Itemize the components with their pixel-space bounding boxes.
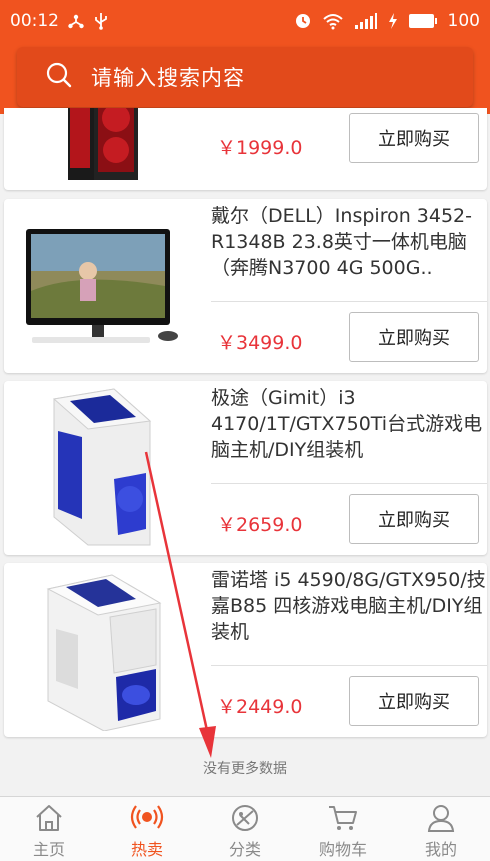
- product-title[interactable]: 极途（Gimit）i3 4170/1T/GTX750Ti台式游戏电脑主机/DIY…: [211, 385, 489, 463]
- tab-category[interactable]: 分类: [196, 797, 294, 861]
- product-card[interactable]: 极途（Gimit）i3 4170/1T/GTX750Ti台式游戏电脑主机/DIY…: [4, 381, 487, 555]
- usb-icon: [93, 12, 109, 30]
- card-divider: [211, 483, 487, 484]
- search-header: 请输入搜索内容: [0, 44, 490, 114]
- buy-now-button[interactable]: 立即购买: [349, 312, 479, 362]
- tab-label: 热卖: [130, 840, 163, 859]
- product-image: [18, 569, 188, 732]
- product-title[interactable]: 戴尔（DELL）Inspiron 3452-R1348B 23.8英寸一体机电脑…: [211, 203, 489, 281]
- tab-label: 分类: [228, 840, 261, 859]
- signal-icon: [354, 12, 378, 30]
- product-price: ￥2449.0: [217, 696, 303, 718]
- buy-now-button[interactable]: 立即购买: [349, 494, 479, 544]
- product-list[interactable]: ￥1999.0 立即购买 戴尔（DELL）Inspiron 3452-R1348…: [0, 108, 490, 758]
- bottom-tab-bar: 主页 热卖 分类 购物车 我的: [0, 796, 490, 861]
- tab-label: 我的: [424, 840, 457, 859]
- product-card[interactable]: ￥1999.0 立即购买: [4, 108, 487, 190]
- cart-icon: [327, 803, 359, 836]
- product-card[interactable]: 戴尔（DELL）Inspiron 3452-R1348B 23.8英寸一体机电脑…: [4, 199, 487, 373]
- card-divider: [211, 301, 487, 302]
- status-bar: 00:12 100: [0, 0, 490, 44]
- buy-now-button[interactable]: 立即购买: [349, 676, 479, 726]
- network-share-icon: [67, 12, 85, 30]
- card-divider: [211, 665, 487, 666]
- tab-mine[interactable]: 我的: [392, 797, 490, 861]
- product-price: ￥2659.0: [217, 514, 303, 536]
- search-icon: [45, 61, 73, 93]
- product-image: [18, 387, 188, 549]
- tab-cart[interactable]: 购物车: [294, 797, 392, 861]
- tab-home[interactable]: 主页: [0, 797, 98, 861]
- product-image: [18, 108, 188, 183]
- battery-level: 100: [447, 11, 480, 31]
- hot-broadcast-icon: [130, 803, 164, 836]
- tab-label: 主页: [32, 840, 65, 859]
- wifi-icon: [322, 12, 344, 30]
- charging-icon: [388, 12, 398, 30]
- product-title[interactable]: 雷诺塔 i5 4590/8G/GTX950/技嘉B85 四核游戏电脑主机/DIY…: [211, 567, 489, 645]
- status-time: 00:12: [10, 11, 59, 31]
- tab-label: 购物车: [318, 840, 367, 859]
- alarm-icon: [294, 12, 312, 30]
- battery-icon: [408, 13, 438, 29]
- category-icon: [229, 803, 261, 836]
- search-input[interactable]: 请输入搜索内容: [17, 47, 473, 107]
- product-image: [18, 211, 188, 361]
- no-more-data-text: 没有更多数据: [203, 761, 287, 777]
- home-icon: [33, 803, 65, 836]
- product-price: ￥1999.0: [217, 137, 303, 159]
- buy-now-button[interactable]: 立即购买: [349, 113, 479, 163]
- product-price: ￥3499.0: [217, 332, 303, 354]
- search-placeholder: 请输入搜索内容: [91, 66, 245, 90]
- product-card[interactable]: 雷诺塔 i5 4590/8G/GTX950/技嘉B85 四核游戏电脑主机/DIY…: [4, 563, 487, 737]
- user-icon: [425, 803, 457, 836]
- tab-hot[interactable]: 热卖: [98, 797, 196, 861]
